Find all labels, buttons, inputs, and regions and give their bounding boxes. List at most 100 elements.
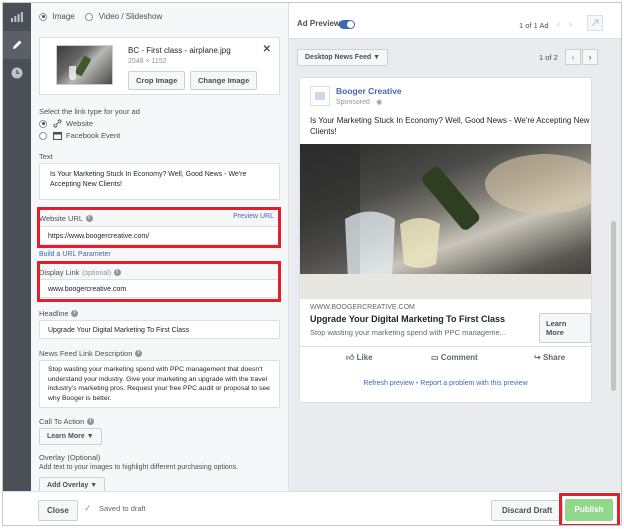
globe-icon: · ◉ — [371, 99, 383, 106]
ad-link-description: Stop wasting your marketing spend with P… — [310, 328, 506, 337]
calendar-icon — [52, 132, 62, 141]
link-type-label: Select the link type for your ad — [39, 107, 140, 116]
preview-toolbar: Ad Preview 1 of 1 Ad ‹ › — [289, 3, 621, 39]
headline-input[interactable]: Upgrade Your Digital Marketing To First … — [39, 320, 280, 339]
expand-preview-icon[interactable] — [587, 15, 603, 31]
website-url-highlight — [37, 207, 281, 248]
image-format-label: Image — [52, 12, 75, 21]
chart-icon[interactable] — [3, 3, 31, 31]
ad-image[interactable] — [300, 144, 591, 299]
refresh-preview-link[interactable]: Refresh preview — [363, 380, 414, 387]
next-page-button[interactable]: › — [582, 49, 598, 65]
info-icon: i — [134, 350, 142, 358]
check-icon: ✓ — [84, 503, 92, 513]
placement-value: Desktop News Feed — [305, 54, 372, 61]
text-field-label: Text — [39, 152, 53, 161]
ad-creative-panel: Image Video / Slideshow BC - First class… — [31, 3, 289, 494]
image-radio[interactable] — [39, 12, 47, 21]
ad-preview-card: Booger Creative Sponsored · ◉ Is Your Ma… — [299, 77, 592, 403]
description-input[interactable]: Stop wasting your marketing spend with P… — [39, 360, 280, 408]
ad-primary-text: Is Your Marketing Stuck In Economy? Well… — [310, 116, 590, 136]
share-label: Share — [542, 353, 566, 362]
report-problem-link[interactable]: Report a problem with this preview — [420, 380, 527, 387]
cta-dropdown-row: Learn More ▼ — [39, 428, 280, 445]
sponsored-row: Sponsored · ◉ — [336, 98, 382, 106]
change-image-button[interactable]: Change Image — [190, 71, 258, 90]
ad-headline[interactable]: Upgrade Your Digital Marketing To First … — [310, 314, 505, 324]
ad-editor-window: Image Video / Slideshow BC - First class… — [2, 2, 622, 526]
publish-highlight — [559, 493, 620, 525]
crop-image-button[interactable]: Crop Image — [128, 71, 186, 90]
website-option-label: Website — [66, 119, 93, 128]
overlay-header: Overlay (Optional) — [39, 452, 280, 462]
overlay-optional: (Optional) — [67, 453, 101, 462]
build-url-parameter-link[interactable]: Build a URL Parameter — [39, 251, 280, 258]
share-button[interactable]: ↪ Share — [534, 353, 565, 362]
next-ad-icon[interactable]: › — [569, 19, 572, 29]
cta-header: Call To Action i — [39, 416, 280, 426]
ad-link-domain: WWW.BOOGERCREATIVE.COM — [310, 304, 415, 311]
ad-count: 1 of 1 Ad — [519, 21, 549, 30]
website-radio[interactable] — [39, 119, 47, 128]
footer-bar: Close ✓ Saved to draft Discard Draft Pub… — [3, 491, 621, 525]
video-format-label: Video / Slideshow — [98, 12, 163, 21]
chevron-down-icon: ▼ — [90, 482, 98, 489]
sponsored-label: Sponsored — [336, 99, 370, 106]
chevron-down-icon: ▼ — [373, 54, 381, 61]
comment-icon: ▭ — [431, 353, 439, 362]
scrollbar[interactable] — [611, 221, 616, 391]
ad-preview-toggle[interactable] — [339, 20, 355, 29]
video-radio[interactable] — [85, 12, 94, 21]
close-button[interactable]: Close — [38, 500, 78, 521]
thumbs-up-icon: 👍︎ — [346, 353, 355, 362]
headline-label: Headline — [39, 309, 69, 318]
page-name[interactable]: Booger Creative — [336, 86, 402, 96]
info-icon: i — [71, 310, 79, 318]
comment-button[interactable]: ▭ Comment — [431, 353, 478, 362]
like-label: Like — [356, 353, 373, 362]
cta-dropdown[interactable]: Learn More ▼ — [39, 428, 102, 445]
media-dimensions: 2048 × 1152 — [128, 58, 167, 65]
info-icon: i — [86, 418, 94, 426]
cta-dropdown-value: Learn More — [47, 433, 85, 440]
champagne-scene-icon — [300, 144, 591, 299]
add-overlay-label: Add Overlay — [47, 482, 89, 489]
clock-icon[interactable] — [3, 59, 31, 87]
format-selector: Image Video / Slideshow — [39, 11, 280, 21]
prev-page-button[interactable]: ‹ — [565, 49, 581, 65]
pencil-icon[interactable] — [3, 31, 31, 59]
remove-image-icon[interactable]: ✕ — [263, 44, 271, 55]
saved-status: Saved to draft — [99, 504, 146, 513]
comment-label: Comment — [440, 353, 478, 362]
cta-label: Call To Action — [39, 417, 85, 426]
chevron-down-icon: ▼ — [86, 433, 94, 440]
preview-links: Refresh preview • Report a problem with … — [300, 380, 591, 387]
ad-cta-button[interactable]: Learn More — [539, 313, 591, 343]
overlay-hint: Add text to your images to highlight dif… — [39, 464, 239, 471]
ad-preview-label: Ad Preview — [297, 19, 341, 28]
event-option-label: Facebook Event — [66, 131, 121, 140]
event-radio[interactable] — [39, 131, 47, 140]
left-rail — [3, 3, 31, 491]
discard-draft-button[interactable]: Discard Draft — [491, 500, 564, 521]
media-filename: BC - First class - airplane.jpg — [128, 46, 231, 55]
link-type-event-option[interactable]: Facebook Event — [39, 130, 280, 141]
overlay-label: Overlay — [39, 453, 65, 462]
text-field[interactable]: Is Your Marketing Stuck In Economy? Well… — [39, 163, 280, 200]
ad-actions: 👍︎ Like ▭ Comment ↪ Share — [300, 346, 591, 368]
media-thumbnail — [56, 45, 113, 85]
placement-dropdown[interactable]: Desktop News Feed ▼ — [297, 49, 389, 66]
display-link-highlight — [37, 261, 281, 302]
description-header: News Feed Link Description i — [39, 348, 280, 358]
link-type-website-option[interactable]: Website — [39, 118, 280, 128]
share-icon: ↪ — [534, 353, 541, 362]
headline-header: Headline i — [39, 308, 280, 318]
page-count: 1 of 2 — [539, 53, 558, 62]
link-icon — [52, 119, 62, 128]
prev-ad-icon[interactable]: ‹ — [557, 19, 560, 29]
description-label: News Feed Link Description — [39, 349, 133, 358]
page-avatar — [310, 86, 330, 106]
media-card: BC - First class - airplane.jpg 2048 × 1… — [39, 37, 280, 95]
ad-preview-area: Ad Preview 1 of 1 Ad ‹ › Desktop News Fe… — [289, 3, 621, 491]
like-button[interactable]: 👍︎ Like — [346, 353, 373, 363]
